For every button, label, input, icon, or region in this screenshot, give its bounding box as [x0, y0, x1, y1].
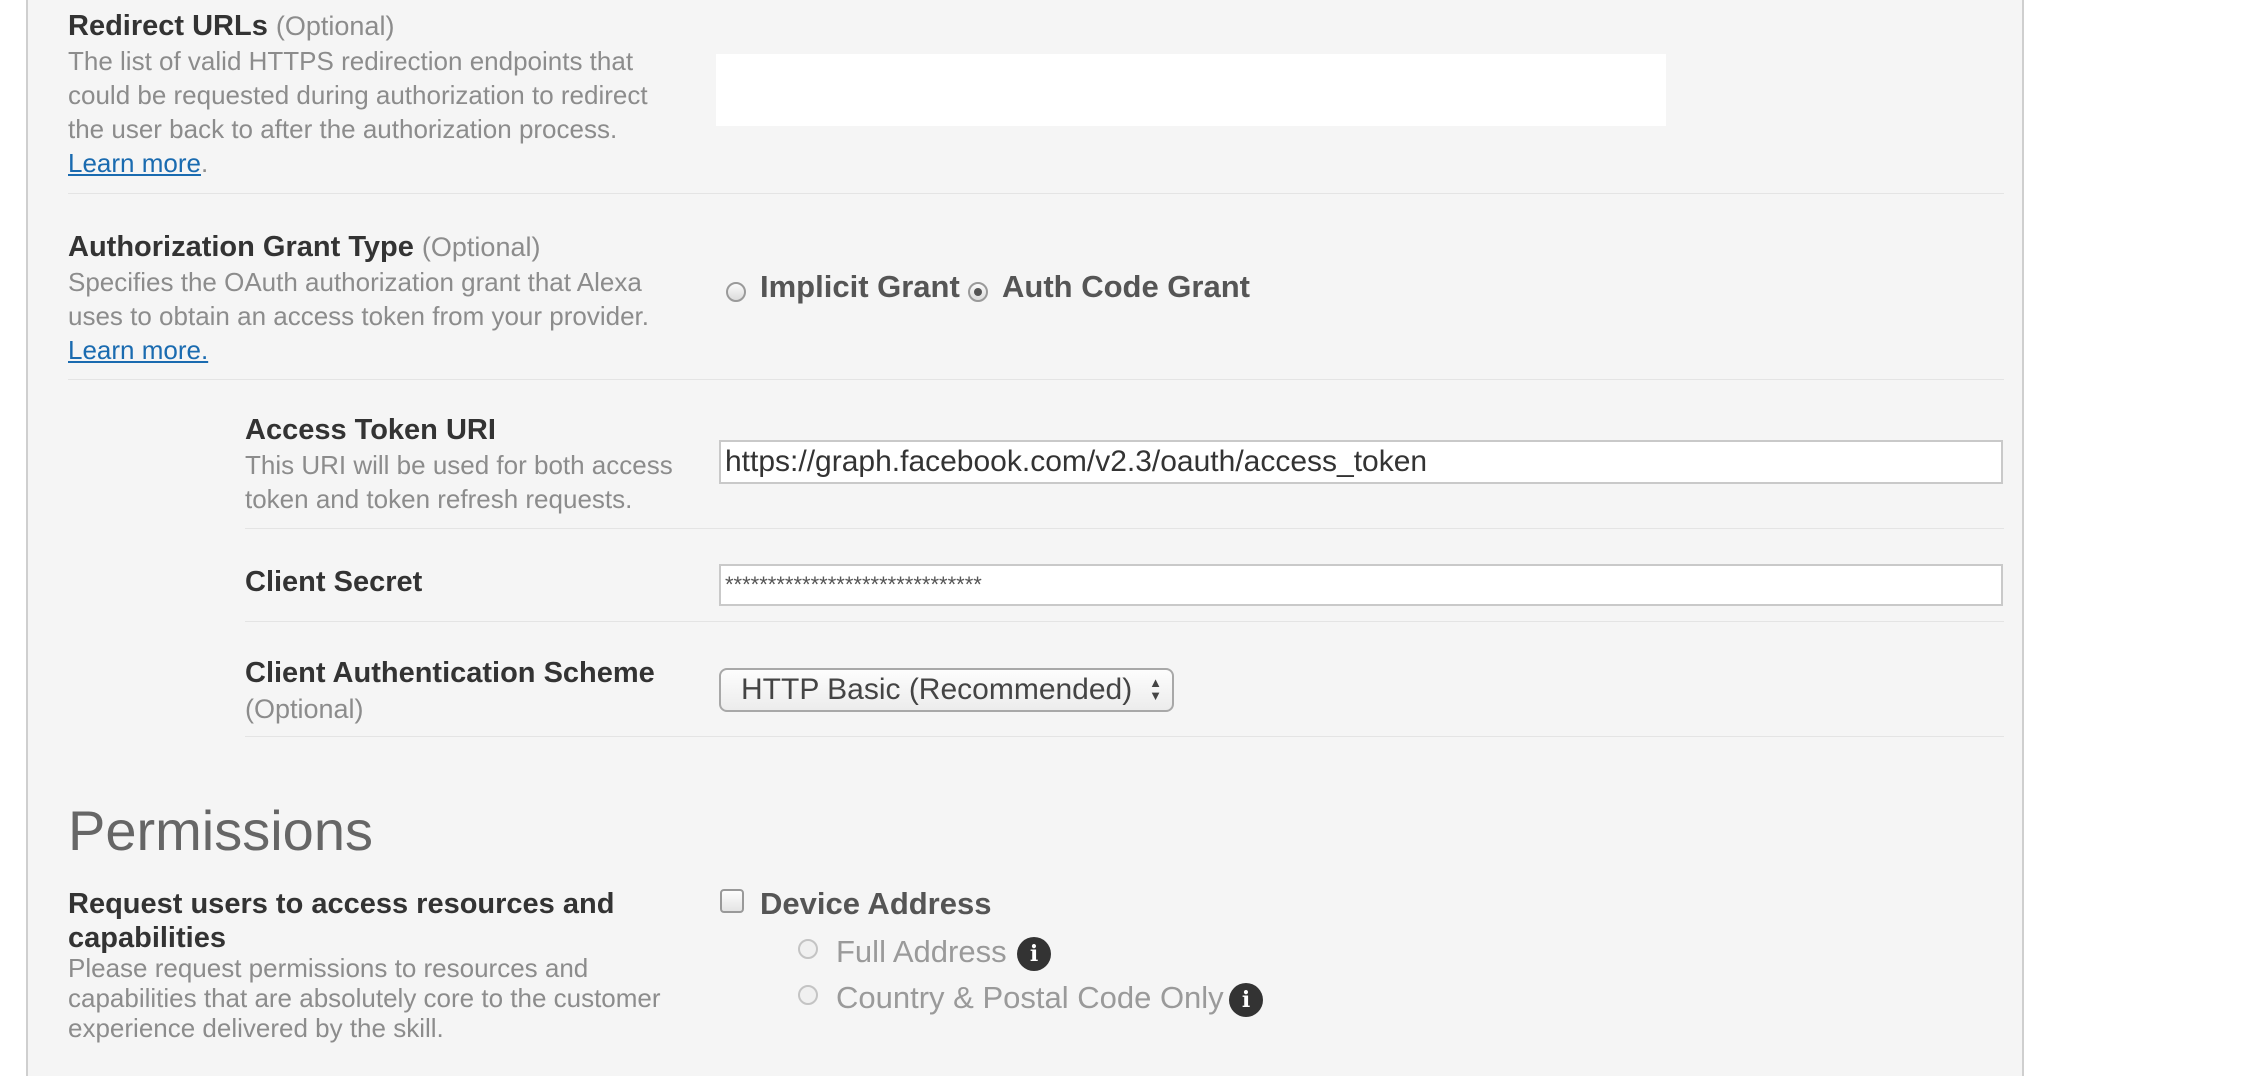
client-auth-scheme-value: HTTP Basic (Recommended) — [741, 673, 1133, 706]
access-token-uri-label: Access Token URI — [245, 414, 496, 446]
auth-code-grant-radio[interactable] — [968, 282, 988, 302]
row-divider — [245, 621, 2004, 622]
full-address-radio[interactable] — [798, 939, 818, 959]
country-postal-radio[interactable] — [798, 985, 818, 1005]
redirect-urls-list[interactable] — [716, 54, 1666, 126]
access-token-uri-input[interactable] — [719, 440, 2003, 484]
redirect-link-suffix: . — [200, 148, 209, 178]
permissions-label-line: Request users to access resources and — [68, 888, 615, 920]
row-divider — [245, 528, 2004, 529]
grant-desc-line: Specifies the OAuth authorization grant … — [68, 267, 642, 297]
access-token-description: This URI will be used for both access to… — [245, 448, 673, 516]
grant-type-optional: (Optional) — [421, 232, 541, 262]
permissions-heading: Permissions — [68, 799, 373, 862]
info-icon[interactable]: i — [1229, 983, 1263, 1017]
permissions-label-line: capabilities — [68, 922, 226, 954]
country-postal-label[interactable]: Country & Postal Code Only — [836, 980, 1224, 1016]
grant-type-description: Specifies the OAuth authorization grant … — [68, 265, 649, 367]
permissions-desc-line: capabilities that are absolutely core to… — [68, 983, 661, 1013]
client-auth-scheme-select[interactable]: HTTP Basic (Recommended) ▲ ▼ — [719, 668, 1174, 712]
full-address-label[interactable]: Full Address — [836, 934, 1007, 970]
implicit-grant-label[interactable]: Implicit Grant — [760, 269, 960, 305]
implicit-grant-radio[interactable] — [726, 282, 746, 302]
grant-desc-line: uses to obtain an access token from your… — [68, 301, 649, 331]
access-token-desc-line: token and token refresh requests. — [245, 484, 633, 514]
updown-arrows-icon: ▲ ▼ — [1149, 675, 1162, 703]
client-secret-input[interactable] — [719, 564, 2003, 606]
redirect-urls-title: Redirect URLs (Optional) — [68, 10, 394, 43]
auth-code-grant-label[interactable]: Auth Code Grant — [1002, 269, 1250, 305]
grant-learn-more-link[interactable]: Learn more. — [68, 335, 208, 365]
redirect-urls-label: Redirect URLs — [68, 10, 268, 42]
redirect-urls-description: The list of valid HTTPS redirection endp… — [68, 44, 648, 180]
row-divider — [245, 736, 2004, 737]
row-divider — [68, 379, 2004, 380]
permissions-description: Please request permissions to resources … — [68, 953, 661, 1043]
redirect-desc-line: The list of valid HTTPS redirection endp… — [68, 46, 634, 76]
redirect-desc-line: the user back to after the authorization… — [68, 114, 618, 144]
redirect-urls-optional: (Optional) — [275, 11, 395, 41]
grant-type-title: Authorization Grant Type (Optional) — [68, 231, 540, 264]
client-secret-label: Client Secret — [245, 566, 423, 598]
row-divider — [68, 193, 2004, 194]
info-icon[interactable]: i — [1017, 937, 1051, 971]
redirect-desc-line: could be requested during authorization … — [68, 80, 648, 110]
access-token-desc-line: This URI will be used for both access — [245, 450, 673, 480]
device-address-label[interactable]: Device Address — [760, 886, 991, 922]
permissions-label: Request users to access resources and ca… — [68, 887, 614, 955]
permissions-desc-line: Please request permissions to resources … — [68, 953, 589, 983]
grant-type-label: Authorization Grant Type — [68, 231, 414, 263]
redirect-learn-more-link[interactable]: Learn more — [68, 148, 201, 178]
device-address-checkbox[interactable] — [720, 889, 744, 913]
client-auth-scheme-label: Client Authentication Scheme — [245, 657, 655, 689]
permissions-desc-line: experience delivered by the skill. — [68, 1013, 444, 1043]
client-auth-scheme-optional: (Optional) — [245, 694, 364, 724]
